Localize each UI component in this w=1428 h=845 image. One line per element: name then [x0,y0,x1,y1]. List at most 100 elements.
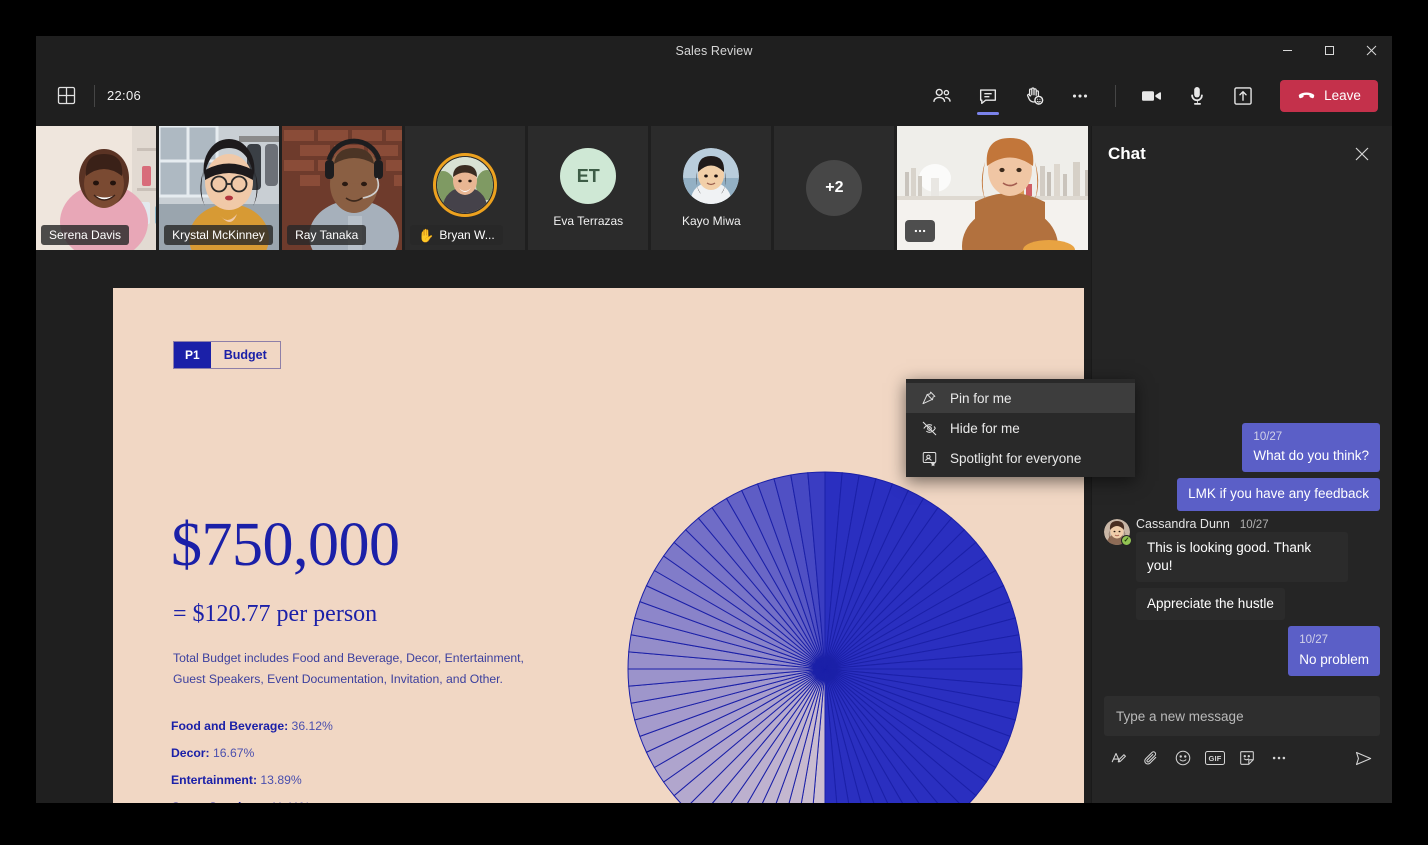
close-button[interactable] [1350,36,1392,65]
slide-badge: P1 Budget [173,341,281,369]
menu-item-label: Spotlight for everyone [950,451,1081,466]
message-bubble[interactable]: 10/27 What do you think? [1242,423,1380,473]
maximize-button[interactable] [1308,36,1350,65]
chart-legend: Food and Beverage: 36.12% Decor: 16.67% En… [171,716,338,803]
message-bubble[interactable]: This is looking good. Thank you! [1136,532,1348,582]
leave-button-label: Leave [1324,88,1361,103]
message-bubble[interactable]: Appreciate the hustle [1136,588,1285,620]
avatar: ✓ [1104,519,1130,545]
minimize-button[interactable] [1266,36,1308,65]
message-timestamp: 10/27 [1240,519,1269,531]
shared-slide[interactable]: P1 Budget $750,000 = $120.77 per person … [113,288,1084,803]
message-sender-line: Cassandra Dunn 10/27 [1136,517,1269,531]
more-icon[interactable] [1264,743,1294,773]
menu-item-pin-for-me[interactable]: Pin for me [906,383,1135,413]
format-icon[interactable] [1104,743,1134,773]
message-sender-name: Cassandra Dunn [1136,517,1230,531]
participant-tile-main-presenter[interactable] [897,126,1088,250]
message-text: No problem [1299,652,1369,667]
legend-category: Decor: [171,746,210,760]
camera-icon[interactable] [1131,76,1171,116]
sticker-icon[interactable] [1232,743,1262,773]
chat-message-list[interactable]: 10/27 What do you think? LMK if you have a… [1092,182,1392,690]
legend-value: 11.11% [267,800,310,803]
legend-value: 36.12% [288,719,333,733]
meeting-toolbar: 22:06 [36,65,1392,126]
toolbar-right: Leave [919,76,1392,116]
participant-name: ✋ Bryan W... [410,225,503,245]
legend-value: 13.89% [257,773,302,787]
send-icon[interactable] [1348,743,1378,773]
legend-row: Entertainment: 13.89% [171,770,338,791]
chat-header: Chat [1092,126,1392,182]
message-bubble[interactable]: LMK if you have any feedback [1177,478,1380,510]
participant-tile-overflow[interactable]: +2 [774,126,894,250]
message-text: Appreciate the hustle [1147,596,1274,611]
message-bubble[interactable]: 10/27 No problem [1288,626,1380,676]
chat-message: ✓ Cassandra Dunn 10/27 This is looking good… [1104,517,1380,582]
participant-name: Serena Davis [41,225,129,245]
emoji-icon[interactable] [1168,743,1198,773]
tile-more-options-button[interactable] [905,220,935,242]
chat-compose-area: Type a new message [1092,690,1392,803]
pin-icon [920,390,938,406]
legend-value: 16.67% [210,746,255,760]
window-controls [1266,36,1392,65]
slide-badge-label: Budget [211,342,280,368]
title-bar: Sales Review [36,36,1392,65]
participant-tile-kayo-miwa[interactable]: Kayo Miwa [651,126,771,250]
legend-row: Guest Speakers: 11.11% [171,797,338,803]
slide-total-amount: $750,000 [171,514,400,576]
participant-tile-krystal-mckinney[interactable]: Krystal McKinney [159,126,279,250]
close-icon[interactable] [1348,140,1376,168]
participant-strip: Serena Davis [36,126,1091,254]
compose-toolbar: GIF [1104,736,1380,780]
chat-panel: Chat 10/27 What do you think? LMK if you h… [1091,126,1392,803]
chat-message: 10/27 No problem [1104,626,1380,676]
message-timestamp: 10/27 [1299,633,1369,649]
slide-badge-page: P1 [174,342,211,368]
gif-icon[interactable]: GIF [1200,743,1230,773]
budget-pie-chart [624,468,1026,803]
message-text: LMK if you have any feedback [1188,486,1369,501]
microphone-icon[interactable] [1177,76,1217,116]
slide-description: Total Budget includes Food and Beverage,… [173,648,553,691]
message-input[interactable]: Type a new message [1104,696,1380,736]
share-content-icon[interactable] [1223,76,1263,116]
participant-tile-eva-terrazas[interactable]: ET Eva Terrazas [528,126,648,250]
message-text: What do you think? [1253,448,1369,463]
menu-item-hide-for-me[interactable]: Hide for me [906,413,1135,443]
device-frame: Sales Review 22:06 [0,0,1428,845]
participant-name: Eva Terrazas [553,214,623,228]
legend-category: Entertainment: [171,773,257,787]
message-timestamp: 10/27 [1253,430,1369,446]
message-text: This is looking good. Thank you! [1147,540,1311,573]
meeting-timer: 22:06 [107,88,141,103]
toolbar-divider-2 [1115,85,1116,107]
slide-per-person: = $120.77 per person [173,601,377,628]
avatar-initials: ET [577,166,600,187]
toolbar-divider [94,85,95,107]
grid-layout-icon[interactable] [50,80,82,112]
participant-tile-ray-tanaka[interactable]: Ray Tanaka [282,126,402,250]
chat-message: Appreciate the hustle [1104,588,1380,620]
overflow-count-badge: +2 [806,160,862,216]
window-title: Sales Review [676,44,753,58]
attach-icon[interactable] [1136,743,1166,773]
participant-tile-serena-davis[interactable]: Serena Davis [36,126,156,250]
avatar: ET [560,148,616,204]
chat-icon[interactable] [968,76,1008,116]
toolbar-left: 22:06 [36,80,141,112]
participant-tile-bryan-w[interactable]: ✋ Bryan W... [405,126,525,250]
tile-context-menu[interactable]: Pin for me Hide for me [906,379,1135,477]
menu-item-spotlight-for-everyone[interactable]: Spotlight for everyone [906,443,1135,473]
legend-category: Food and Beverage: [171,719,288,733]
chat-message: 10/27 What do you think? [1104,423,1380,473]
raise-hand-react-icon[interactable] [1014,76,1054,116]
meeting-stage: Serena Davis [36,126,1091,803]
leave-button[interactable]: Leave [1280,80,1378,112]
message-input-placeholder: Type a new message [1116,709,1244,724]
people-icon[interactable] [922,76,962,116]
more-actions-icon[interactable] [1060,76,1100,116]
spotlight-icon [920,450,938,467]
